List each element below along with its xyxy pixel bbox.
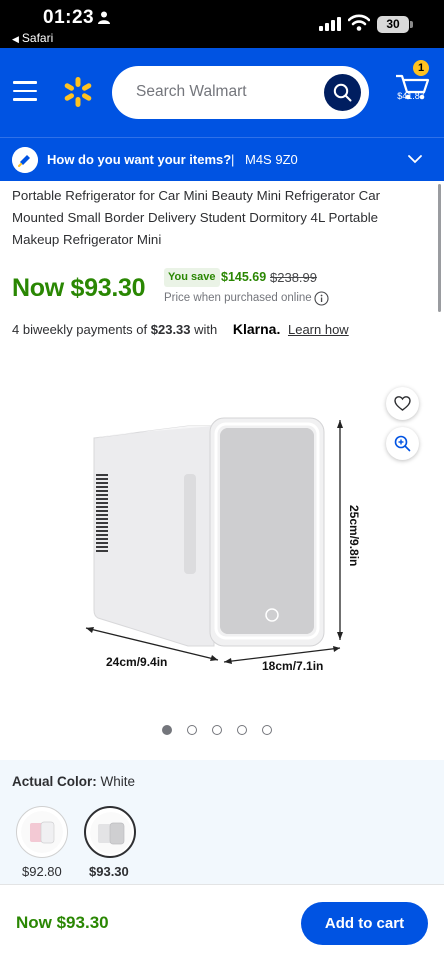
- carousel-dot[interactable]: [162, 725, 172, 735]
- add-to-cart-button[interactable]: Add to cart: [301, 902, 428, 945]
- color-swatch-white[interactable]: [84, 806, 136, 858]
- swatch-pink-image: [21, 811, 63, 853]
- learn-how-link[interactable]: Learn how: [288, 322, 349, 337]
- image-carousel-dots: [162, 725, 282, 737]
- carousel-dot[interactable]: [187, 725, 197, 735]
- zoom-icon: [394, 435, 411, 452]
- dimension-width: 24cm/9.4in: [106, 655, 167, 669]
- color-section: Actual Color: White $92.80 $93.30: [0, 760, 444, 890]
- status-bar: 01:23 ◀ Safari 30: [0, 0, 444, 48]
- carousel-dot[interactable]: [237, 725, 247, 735]
- header: Search Walmart 1: [0, 48, 444, 137]
- color-label: Actual Color: White: [12, 774, 135, 789]
- swatch-white-image: [90, 812, 132, 854]
- cart-count-badge: 1: [413, 60, 429, 76]
- back-app-label: Safari: [21, 31, 54, 45]
- klarna-amount: $23.33: [150, 322, 191, 337]
- signal-icon: [319, 17, 341, 31]
- current-price: Now $93.30: [12, 274, 146, 302]
- save-amount: $145.69: [221, 270, 267, 284]
- product-title: Portable Refrigerator for Car Mini Beaut…: [12, 188, 381, 247]
- bottom-price: Now $93.30: [16, 913, 109, 932]
- carousel-dot[interactable]: [262, 725, 272, 735]
- search-icon: [333, 83, 352, 102]
- search-button[interactable]: [324, 74, 361, 111]
- zoom-button[interactable]: [386, 427, 419, 460]
- bottom-bar: Now $93.30 Add to cart: [0, 884, 444, 960]
- fulfillment-separator: |: [231, 152, 235, 167]
- back-to-app-link[interactable]: ◀ Safari: [12, 31, 53, 45]
- fulfillment-question: How do you want your items?: [47, 152, 232, 167]
- cart-total: $41.87: [397, 91, 425, 101]
- status-time: 01:23: [43, 7, 95, 28]
- spark-logo-icon[interactable]: [62, 76, 94, 108]
- was-price: $238.99: [270, 270, 317, 285]
- swatch-price-white: $93.30: [89, 864, 129, 879]
- klarna-with: with: [194, 322, 218, 337]
- battery-icon: 30: [377, 16, 409, 33]
- battery-nub: [410, 21, 413, 28]
- delivery-icon: [12, 147, 38, 173]
- favorite-button[interactable]: [386, 387, 419, 420]
- dimension-height: 25cm/9.8in: [347, 505, 361, 566]
- price-note: Price when purchased online: [164, 292, 312, 304]
- info-icon[interactable]: [314, 291, 329, 306]
- swatch-price-pink: $92.80: [22, 864, 62, 879]
- color-label-key: Actual Color:: [12, 774, 97, 789]
- you-save-badge: You save: [164, 268, 220, 287]
- chevron-down-icon: [408, 155, 422, 164]
- fulfillment-bar[interactable]: How do you want your items? | M4S 9Z0: [0, 137, 444, 181]
- color-swatch-pink[interactable]: [16, 806, 68, 858]
- product-image[interactable]: 24cm/9.4in 18cm/7.1in 25cm/9.8in: [78, 410, 368, 680]
- person-icon: [98, 11, 110, 24]
- klarna-logo: Klarna.: [232, 321, 281, 337]
- hamburger-icon[interactable]: [13, 81, 37, 101]
- dimension-depth: 18cm/7.1in: [262, 659, 323, 673]
- heart-icon: [394, 396, 411, 411]
- carousel-dot[interactable]: [212, 725, 222, 735]
- klarna-prefix: 4 biweekly payments of: [12, 322, 148, 337]
- search-input[interactable]: Search Walmart: [112, 66, 369, 119]
- scroll-indicator: [438, 184, 441, 312]
- postal-code: M4S 9Z0: [245, 152, 298, 167]
- search-placeholder: Search Walmart: [136, 83, 247, 100]
- color-selected-value: White: [100, 774, 136, 789]
- klarna-payments: 4 biweekly payments of $23.33 with Klarn…: [12, 321, 349, 337]
- wifi-icon: [348, 14, 370, 31]
